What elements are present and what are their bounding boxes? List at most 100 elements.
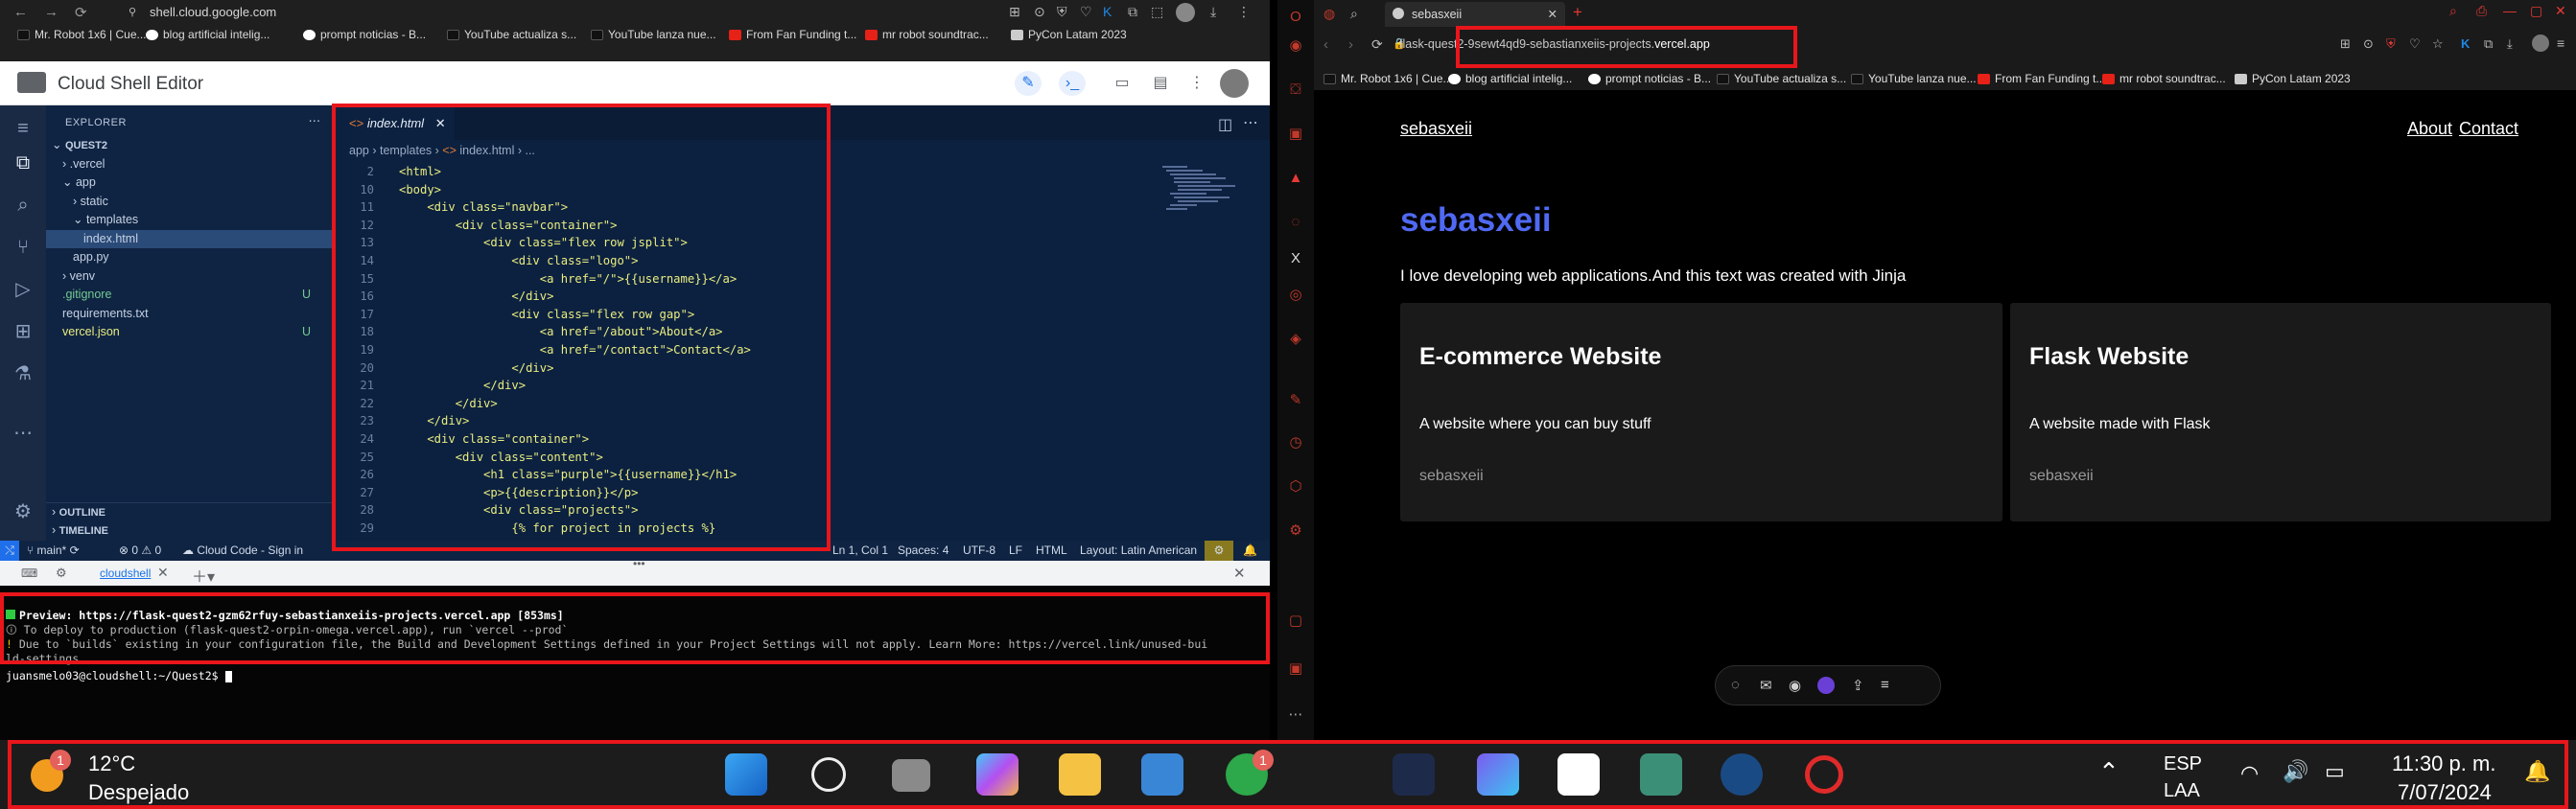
download-icon[interactable]: ⤓: [2507, 36, 2513, 52]
tree-item[interactable]: app.py: [46, 248, 332, 266]
debug-icon[interactable]: ⚙: [1205, 541, 1233, 561]
inbox-icon[interactable]: ✉: [1760, 677, 1772, 694]
username-link[interactable]: sebasxeii: [1400, 119, 1472, 139]
reload-icon[interactable]: ⟳: [75, 4, 87, 21]
gemini-icon[interactable]: [1477, 753, 1519, 796]
start-icon[interactable]: [725, 753, 767, 796]
workspace-icon[interactable]: ◍: [1323, 6, 1335, 22]
bookmark-item[interactable]: prompt noticias - B...: [1588, 72, 1711, 85]
search-tabs-icon[interactable]: ⌕: [2449, 3, 2457, 19]
copilot-icon[interactable]: [976, 753, 1019, 796]
snapshot-icon[interactable]: ⊙: [2363, 36, 2374, 52]
bookmark-item[interactable]: From Fan Funding t...: [729, 28, 856, 41]
more-icon[interactable]: ⋯: [12, 422, 35, 445]
explorer-more-icon[interactable]: ⋯: [309, 113, 321, 127]
project-card[interactable]: E-commerce Website A website where you c…: [1400, 303, 2002, 521]
profile-avatar[interactable]: [1176, 3, 1195, 22]
tree-item[interactable]: ⌄ QUEST2: [46, 136, 332, 154]
editor-more-icon[interactable]: ⋯: [1243, 113, 1258, 132]
open-editor-icon[interactable]: ✎: [1015, 71, 1042, 96]
bookmark-item[interactable]: YouTube lanza nue...: [591, 28, 716, 41]
search-icon[interactable]: [811, 757, 846, 792]
chatgpt-icon[interactable]: [1640, 753, 1682, 796]
more-options-icon[interactable]: ⋮: [1183, 71, 1210, 96]
split-editor-icon[interactable]: ◫: [1218, 115, 1232, 134]
close-tab-icon[interactable]: ✕: [435, 116, 446, 130]
battery-icon[interactable]: ▭: [2325, 759, 2345, 784]
tree-item[interactable]: index.html: [46, 229, 332, 248]
eol[interactable]: LF: [1009, 543, 1022, 557]
menu-icon[interactable]: ⋮: [1237, 4, 1251, 20]
chat-icon[interactable]: ◌: [1288, 215, 1303, 230]
cloud-code-status[interactable]: ☁ Cloud Code - Sign in: [182, 543, 303, 557]
temperature[interactable]: 12°C: [88, 751, 135, 776]
minimap[interactable]: [1159, 163, 1251, 240]
translate-icon[interactable]: ⊞: [2340, 36, 2351, 52]
extensions-icon[interactable]: ⧉: [2484, 36, 2493, 52]
profile-avatar[interactable]: [2532, 35, 2549, 52]
timeline-section[interactable]: › TIMELINE: [46, 521, 332, 540]
settings-icon[interactable]: ⚙: [1288, 523, 1303, 539]
breadcrumb-item[interactable]: app: [349, 144, 369, 157]
microsoft-store-icon[interactable]: [1141, 753, 1183, 796]
opera-logo-icon[interactable]: O: [1288, 10, 1303, 25]
tab-sebasxeii[interactable]: sebasxeii ✕: [1385, 2, 1565, 27]
music-icon[interactable]: ◎: [1288, 288, 1303, 303]
games-icon[interactable]: ◉: [1288, 38, 1303, 54]
tree-item[interactable]: .gitignore U: [46, 286, 332, 304]
bookmark-item[interactable]: YouTube actualiza s...: [1717, 72, 1846, 85]
user-avatar[interactable]: [1220, 69, 1249, 98]
pinboard-icon[interactable]: ▢: [1288, 613, 1303, 629]
terminal-close-tab-icon[interactable]: ✕: [157, 565, 169, 581]
encoding[interactable]: UTF-8: [963, 543, 995, 557]
heart-icon[interactable]: ♡: [1080, 4, 1092, 20]
stash-icon[interactable]: ⎙: [2476, 3, 2487, 19]
bookmark-icon[interactable]: ☆: [2432, 36, 2444, 52]
eye-icon[interactable]: ◉: [1789, 677, 1801, 694]
bag-icon[interactable]: ⛋: [1288, 82, 1303, 98]
contact-link[interactable]: Contact: [2459, 119, 2518, 139]
translate-icon[interactable]: ⊞: [1009, 4, 1020, 20]
menu-icon[interactable]: ≡: [12, 117, 35, 140]
tree-item[interactable]: › venv: [46, 267, 332, 286]
x-icon[interactable]: X: [1288, 251, 1303, 266]
messages-icon[interactable]: ◈: [1288, 332, 1303, 347]
forward-icon[interactable]: →: [44, 4, 59, 20]
outline-section[interactable]: › OUTLINE: [46, 502, 332, 520]
add-terminal-icon[interactable]: ＋▾: [192, 564, 215, 587]
testing-icon[interactable]: ⚗: [12, 362, 35, 385]
tab-cloudshell[interactable]: cloudshell: [100, 566, 151, 580]
bookmark-item[interactable]: PyCon Latam 2023: [1011, 28, 1127, 41]
chevron-up-icon[interactable]: ⌃: [2098, 757, 2119, 787]
close-tab-icon[interactable]: ✕: [1548, 7, 1557, 21]
app-icon[interactable]: [1721, 753, 1763, 796]
back-icon[interactable]: ←: [13, 4, 28, 20]
project-card[interactable]: Flask Website A website made with Flask …: [2010, 303, 2551, 521]
adblock-icon[interactable]: ⛨: [2386, 36, 2396, 52]
terminal-settings-icon[interactable]: ⚙: [56, 566, 67, 581]
chat-icon[interactable]: ◌: [1731, 677, 1740, 693]
about-link[interactable]: About: [2407, 119, 2452, 139]
tv-icon[interactable]: ▣: [1288, 127, 1303, 142]
bookmark-item[interactable]: mr robot soundtrac...: [2102, 72, 2226, 85]
lang-top[interactable]: ESP: [2164, 753, 2202, 775]
left-url[interactable]: shell.cloud.google.com: [150, 5, 276, 19]
breadcrumb-item[interactable]: index.html: [459, 144, 514, 157]
box-icon[interactable]: ⬚: [1151, 4, 1163, 20]
breadcrumb-item[interactable]: templates: [380, 144, 432, 157]
back-icon[interactable]: ‹: [1323, 36, 1328, 53]
bookmark-item[interactable]: YouTube lanza nue...: [1851, 72, 1977, 85]
powershell-icon[interactable]: [1393, 753, 1435, 796]
k-extension-icon[interactable]: K: [1103, 4, 1112, 19]
keyboard-layout[interactable]: Layout: Latin American: [1080, 543, 1197, 557]
terminal-prompt[interactable]: juansmelo03@cloudshell:~/Quest2$: [6, 669, 232, 682]
minimize-icon[interactable]: —: [2503, 3, 2517, 18]
forward-icon[interactable]: ›: [1348, 36, 1353, 53]
cube-icon[interactable]: ⬡: [1288, 479, 1303, 495]
aria-avatar-icon[interactable]: [1817, 677, 1835, 694]
problems-indicator[interactable]: ⊗ 0 ⚠ 0: [119, 543, 161, 557]
bookmark-item[interactable]: prompt noticias - B...: [303, 28, 426, 41]
search-icon[interactable]: ⌕: [12, 194, 35, 217]
edit-icon[interactable]: ✎: [1288, 393, 1303, 408]
opera-url[interactable]: flask-quest2-9sewt4qd9-sebastianxeiis-pr…: [1399, 37, 1710, 51]
